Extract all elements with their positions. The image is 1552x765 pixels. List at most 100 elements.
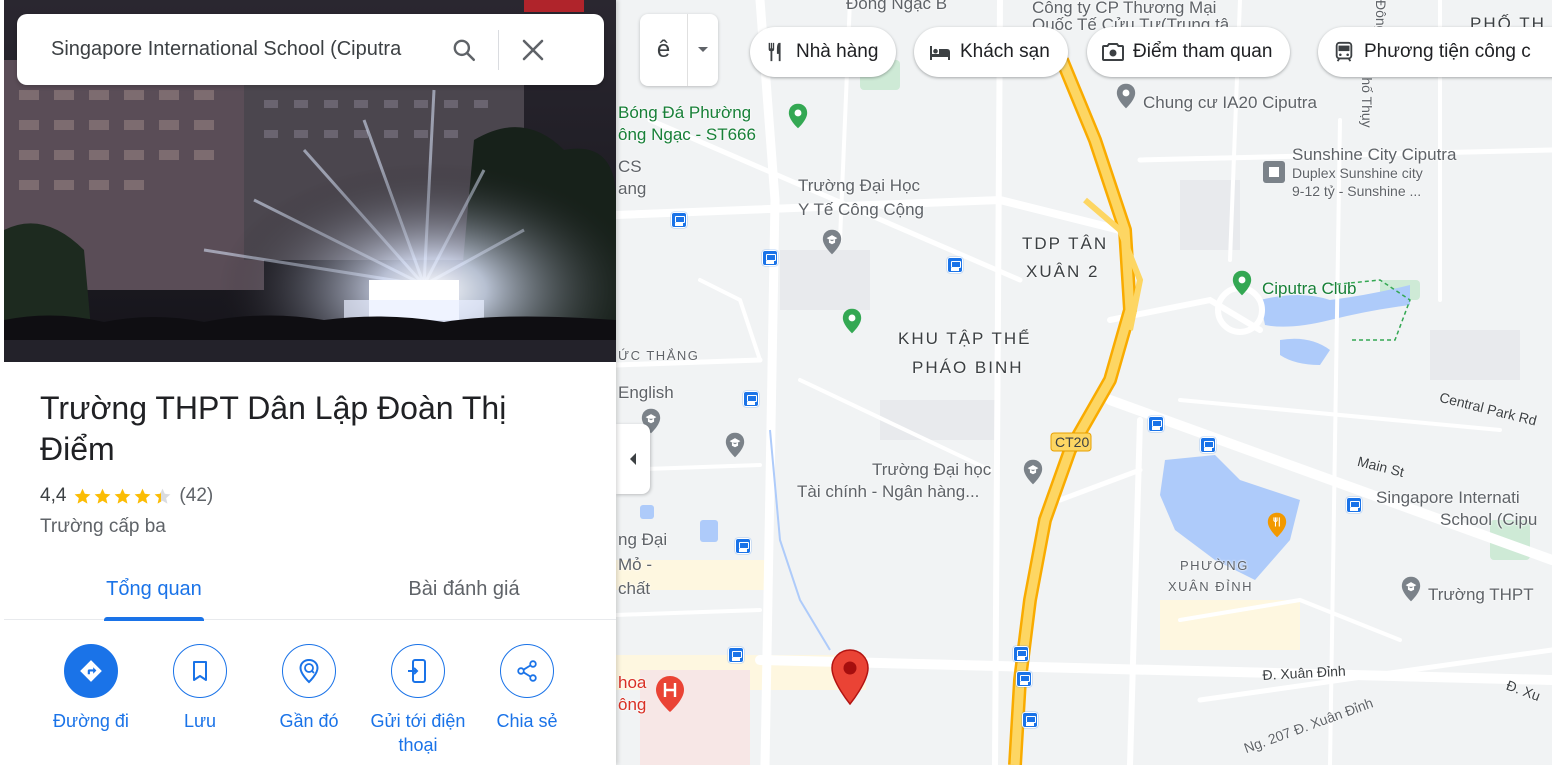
- school-pin-icon[interactable]: [1020, 459, 1046, 485]
- bus-stop-icon[interactable]: [1016, 671, 1032, 687]
- layer-toggle-button[interactable]: ê: [640, 14, 688, 86]
- chip-attractions[interactable]: Điểm tham quan: [1087, 27, 1291, 77]
- school-pin-icon[interactable]: [1398, 576, 1424, 602]
- map-label: XUÂN ĐỈNH: [1168, 579, 1254, 594]
- bus-stop-icon[interactable]: [1148, 416, 1164, 432]
- star-icon: [135, 488, 151, 504]
- save-button[interactable]: Lưu: [140, 644, 260, 733]
- map-label: Trường Đại Học: [798, 176, 921, 195]
- map-label: English: [618, 383, 674, 402]
- map-layer-control[interactable]: ê: [640, 14, 718, 86]
- layer-dropdown-button[interactable]: [688, 14, 718, 86]
- star-icon: [95, 488, 111, 504]
- map-label: Y Tế Công Cộng: [798, 200, 925, 219]
- hospital-pin-icon[interactable]: [655, 674, 685, 714]
- park-pin-icon[interactable]: [785, 103, 811, 129]
- tab-reviews[interactable]: Bài đánh giá: [394, 558, 534, 620]
- location-pin-icon[interactable]: [1113, 83, 1139, 109]
- clear-search-button[interactable]: [505, 22, 561, 78]
- search-divider: [498, 29, 499, 70]
- directions-icon: [64, 644, 118, 698]
- place-side-panel: Trường THPT Dân Lập Đoàn Thị Điểm 4,4 (4…: [0, 0, 616, 765]
- bus-stop-icon[interactable]: [762, 250, 778, 266]
- star-icon: [75, 488, 91, 504]
- action-label: Đường đi: [53, 711, 129, 731]
- place-tabs: Tổng quan Bài đánh giá: [4, 558, 616, 621]
- map-label: Trường THPT: [1428, 585, 1534, 604]
- search-box: [17, 14, 604, 85]
- search-button[interactable]: [436, 22, 492, 78]
- action-label: Chia sẻ: [496, 711, 558, 731]
- map-label: PHƯỜNG: [1180, 558, 1249, 573]
- restaurant-icon: [764, 40, 788, 64]
- layer-glyph: ê: [656, 36, 671, 63]
- transit-icon: [1332, 40, 1356, 64]
- map-label: ỨC THẮNG: [618, 348, 700, 363]
- tab-label: Bài đánh giá: [408, 577, 520, 600]
- nearby-icon: [282, 644, 336, 698]
- map-label: Singapore Internati: [1376, 488, 1520, 507]
- chip-restaurants[interactable]: Nhà hàng: [750, 27, 897, 77]
- close-icon: [522, 39, 544, 60]
- bus-stop-icon[interactable]: [1013, 646, 1029, 662]
- map-label: Trường Đại học: [872, 460, 992, 479]
- school-pin-icon[interactable]: [819, 229, 845, 255]
- map-label: Mỏ -: [618, 555, 652, 574]
- send-to-phone-button[interactable]: Gửi tới điện thoại: [358, 644, 478, 757]
- active-tab-indicator: [104, 617, 204, 621]
- map-label: Tài chính - Ngân hàng...: [797, 482, 980, 501]
- rating-row: 4,4 (42): [40, 484, 213, 508]
- map-label: XUÂN 2: [1026, 262, 1100, 281]
- chip-label: Phương tiện công c: [1364, 41, 1531, 62]
- map-label: ông: [618, 695, 647, 714]
- collapse-panel-button[interactable]: [616, 424, 650, 494]
- school-pin-icon[interactable]: [722, 432, 748, 458]
- bus-stop-icon[interactable]: [728, 647, 744, 663]
- hotel-icon: [928, 40, 952, 64]
- directions-button[interactable]: Đường đi: [31, 644, 151, 733]
- map-label: ng Đại: [618, 530, 668, 549]
- map-label: Duplex Sunshine city: [1292, 165, 1423, 181]
- bus-stop-icon[interactable]: [671, 212, 687, 228]
- map-label: 9-12 tỷ - Sunshine ...: [1292, 183, 1422, 199]
- star-rating: [73, 487, 172, 506]
- map-label: Sunshine City Ciputra: [1292, 145, 1457, 164]
- share-button[interactable]: Chia sẻ: [467, 644, 587, 733]
- star-icon: [155, 488, 171, 504]
- map-label: Ciputra Club: [1262, 279, 1357, 298]
- action-label: Lưu: [183, 711, 217, 731]
- map-label: hoa: [618, 673, 647, 692]
- tab-overview[interactable]: Tổng quan: [104, 558, 204, 621]
- search-icon: [453, 39, 476, 61]
- map-label: Chung cư IA20 Ciputra: [1143, 93, 1317, 112]
- restaurant-pin-icon[interactable]: [1264, 512, 1290, 538]
- park-pin-icon[interactable]: [1229, 270, 1255, 296]
- review-count[interactable]: (42): [179, 485, 213, 507]
- bus-stop-icon[interactable]: [743, 391, 759, 407]
- nearby-button[interactable]: Gần đó: [249, 644, 369, 733]
- bus-stop-icon[interactable]: [1022, 712, 1038, 728]
- chip-transit[interactable]: Phương tiện công c: [1318, 27, 1552, 77]
- place-title: Trường THPT Dân Lập Đoàn Thị Điểm: [40, 390, 507, 467]
- map-label: Bóng Đá Phường: [618, 103, 752, 122]
- camera-icon: [1101, 40, 1125, 64]
- bus-stop-icon[interactable]: [1346, 497, 1362, 513]
- tab-label: Tổng quan: [106, 577, 202, 600]
- park-pin-icon[interactable]: [839, 308, 865, 334]
- chip-label: Khách sạn: [960, 41, 1050, 62]
- place-category[interactable]: Trường cấp ba: [40, 516, 166, 538]
- selected-place-marker-icon[interactable]: [830, 648, 870, 706]
- bus-stop-icon[interactable]: [947, 257, 963, 273]
- map-label: TDP TÂN: [1022, 234, 1109, 253]
- share-icon: [500, 644, 554, 698]
- bus-stop-icon[interactable]: [1200, 437, 1216, 453]
- bus-stop-icon[interactable]: [735, 538, 751, 554]
- building-icon[interactable]: [1262, 160, 1286, 184]
- map-label: chất: [618, 579, 651, 598]
- action-label: Gần đó: [279, 711, 339, 731]
- bookmark-icon: [173, 644, 227, 698]
- search-input[interactable]: [51, 38, 436, 61]
- map-label: ông Ngạc - ST666: [618, 125, 756, 144]
- chevron-left-icon: [630, 453, 636, 465]
- chip-hotels[interactable]: Khách sạn: [914, 27, 1068, 77]
